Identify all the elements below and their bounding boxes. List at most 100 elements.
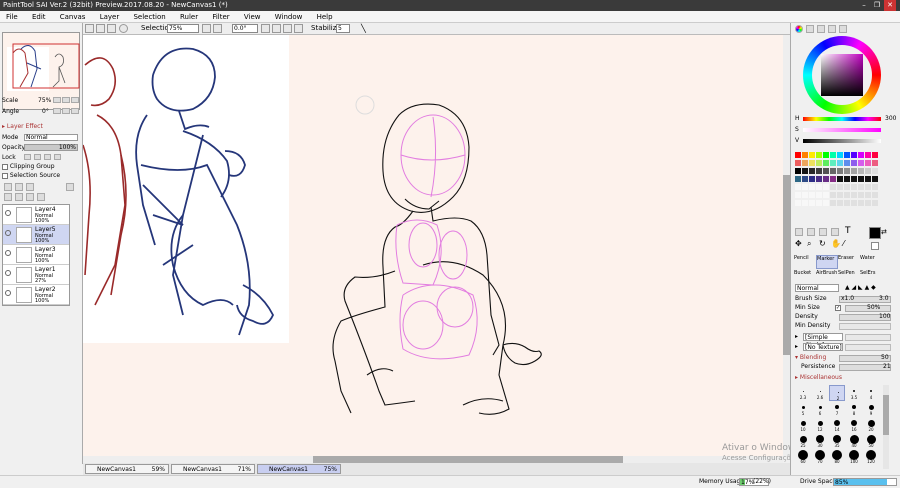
brush-size-scrollbar[interactable] (883, 385, 889, 469)
swap-colors-icon[interactable]: ⇄ (881, 228, 887, 236)
color-swatch[interactable] (844, 192, 850, 198)
text-tool-icon[interactable]: T (845, 226, 851, 236)
s-slider[interactable] (803, 128, 881, 132)
new-folder-icon[interactable] (26, 183, 34, 191)
layer-item[interactable]: Layer5 Normal 100% (3, 225, 69, 245)
color-swatch[interactable] (802, 160, 808, 166)
color-swatch[interactable] (809, 192, 815, 198)
scale-minus-button[interactable] (53, 97, 61, 103)
layer-item[interactable]: Layer3 Normal 100% (3, 245, 69, 265)
color-swatch[interactable] (865, 168, 871, 174)
pencil-tool[interactable]: Pencil (794, 255, 816, 269)
clear-layer-icon[interactable] (26, 193, 34, 201)
scale-reset-button[interactable] (71, 97, 79, 103)
color-swatch[interactable] (816, 168, 822, 174)
color-swatch[interactable] (795, 152, 801, 158)
ruler-icon[interactable]: ╲ (361, 23, 366, 34)
flip-icon[interactable] (294, 24, 303, 33)
color-swatch[interactable] (823, 152, 829, 158)
color-swatch[interactable] (837, 176, 843, 182)
blend-mode-select[interactable]: Normal (795, 284, 839, 292)
brush-size-preset[interactable]: 10 (795, 417, 811, 433)
delete-layer-icon[interactable] (37, 193, 45, 201)
lasso-icon[interactable] (807, 228, 815, 236)
color-swatch[interactable] (844, 200, 850, 206)
magic-wand-icon[interactable] (819, 228, 827, 236)
rgb-slider-tab-icon[interactable] (806, 25, 814, 33)
rotate-tool-icon[interactable]: ↻ (819, 239, 826, 248)
color-swatch[interactable] (795, 176, 801, 182)
color-swatch[interactable] (872, 192, 878, 198)
brush-size-preset[interactable]: 5 (795, 401, 811, 417)
selection-toggle-icon[interactable] (119, 24, 128, 33)
menu-help[interactable]: Help (311, 11, 339, 23)
menu-file[interactable]: File (0, 11, 24, 23)
color-swatch[interactable] (830, 192, 836, 198)
color-swatch[interactable] (830, 160, 836, 166)
angle-plus-button[interactable] (62, 108, 70, 114)
brush-size-preset[interactable]: 60 (795, 449, 811, 465)
color-swatch[interactable] (816, 200, 822, 206)
color-swatch[interactable] (802, 152, 808, 158)
layer-panel-menu-icon[interactable] (66, 183, 74, 191)
bucket-tool[interactable]: Bucket (794, 270, 816, 284)
rotation-select[interactable]: 0.0° (232, 24, 258, 33)
color-swatch[interactable] (802, 176, 808, 182)
color-swatch[interactable] (837, 168, 843, 174)
layer-item[interactable]: Layer1 Normal 27% (3, 265, 69, 285)
color-swatch[interactable] (851, 160, 857, 166)
color-swatch[interactable] (830, 168, 836, 174)
rotate-reset-icon[interactable] (283, 24, 292, 33)
rotate-right-icon[interactable] (272, 24, 281, 33)
color-swatch[interactable] (872, 160, 878, 166)
water-tool[interactable]: Water (860, 255, 882, 269)
brush-size-preset[interactable]: 25 (795, 433, 811, 449)
new-layer-icon[interactable] (4, 183, 12, 191)
horizontal-scrollbar[interactable] (83, 456, 783, 463)
color-swatch[interactable] (851, 168, 857, 174)
color-swatch[interactable] (858, 184, 864, 190)
vertical-scrollbar[interactable] (783, 35, 790, 456)
color-swatch[interactable] (802, 184, 808, 190)
color-swatch[interactable] (809, 200, 815, 206)
color-swatch[interactable] (858, 192, 864, 198)
color-swatch[interactable] (830, 184, 836, 190)
zoom-icon[interactable] (96, 24, 105, 33)
color-swatch[interactable] (809, 184, 815, 190)
color-swatch[interactable] (851, 176, 857, 182)
color-swatch[interactable] (830, 176, 836, 182)
color-swatch[interactable] (858, 168, 864, 174)
airbrush-tool[interactable]: AirBrush (816, 270, 838, 284)
brush-size-preset[interactable]: 50 (863, 433, 879, 449)
brush-texture-select[interactable]: [No Texture] (803, 343, 843, 351)
layer-item[interactable]: Layer2 Normal 100% (3, 285, 69, 305)
color-swatch[interactable] (837, 200, 843, 206)
color-swatch[interactable] (844, 168, 850, 174)
marker-tool[interactable]: Marker (816, 255, 838, 269)
color-swatch[interactable] (816, 160, 822, 166)
color-swatch[interactable] (837, 152, 843, 158)
brush-size-preset[interactable]: 2.6 (812, 385, 828, 401)
clipping-group-row[interactable]: Clipping Group (2, 162, 80, 171)
brush-size-preset[interactable]: 3.5 (846, 385, 862, 401)
horizontal-scroll-thumb[interactable] (313, 456, 623, 463)
brush-shape-select[interactable]: [Simple Circle] (803, 333, 843, 349)
brush-size-preset[interactable]: 120 (863, 449, 879, 465)
menu-edit[interactable]: Edit (26, 11, 52, 23)
brush-shape-slider[interactable] (845, 334, 891, 341)
color-swatch[interactable] (844, 160, 850, 166)
brush-size-preset[interactable]: 4 (863, 385, 879, 401)
zoom-fit-icon[interactable] (85, 24, 94, 33)
color-swatch[interactable] (823, 184, 829, 190)
color-swatch[interactable] (823, 168, 829, 174)
color-swatch[interactable] (823, 160, 829, 166)
close-button[interactable]: ✕ (884, 0, 896, 11)
expand-arrow-icon[interactable]: ▸ (795, 343, 798, 350)
hsv-slider-tab-icon[interactable] (817, 25, 825, 33)
color-swatch[interactable] (844, 152, 850, 158)
angle-minus-button[interactable] (53, 108, 61, 114)
color-swatch[interactable] (816, 176, 822, 182)
mixer-tab-icon[interactable] (828, 25, 836, 33)
color-swatch[interactable] (809, 168, 815, 174)
color-swatch[interactable] (837, 160, 843, 166)
